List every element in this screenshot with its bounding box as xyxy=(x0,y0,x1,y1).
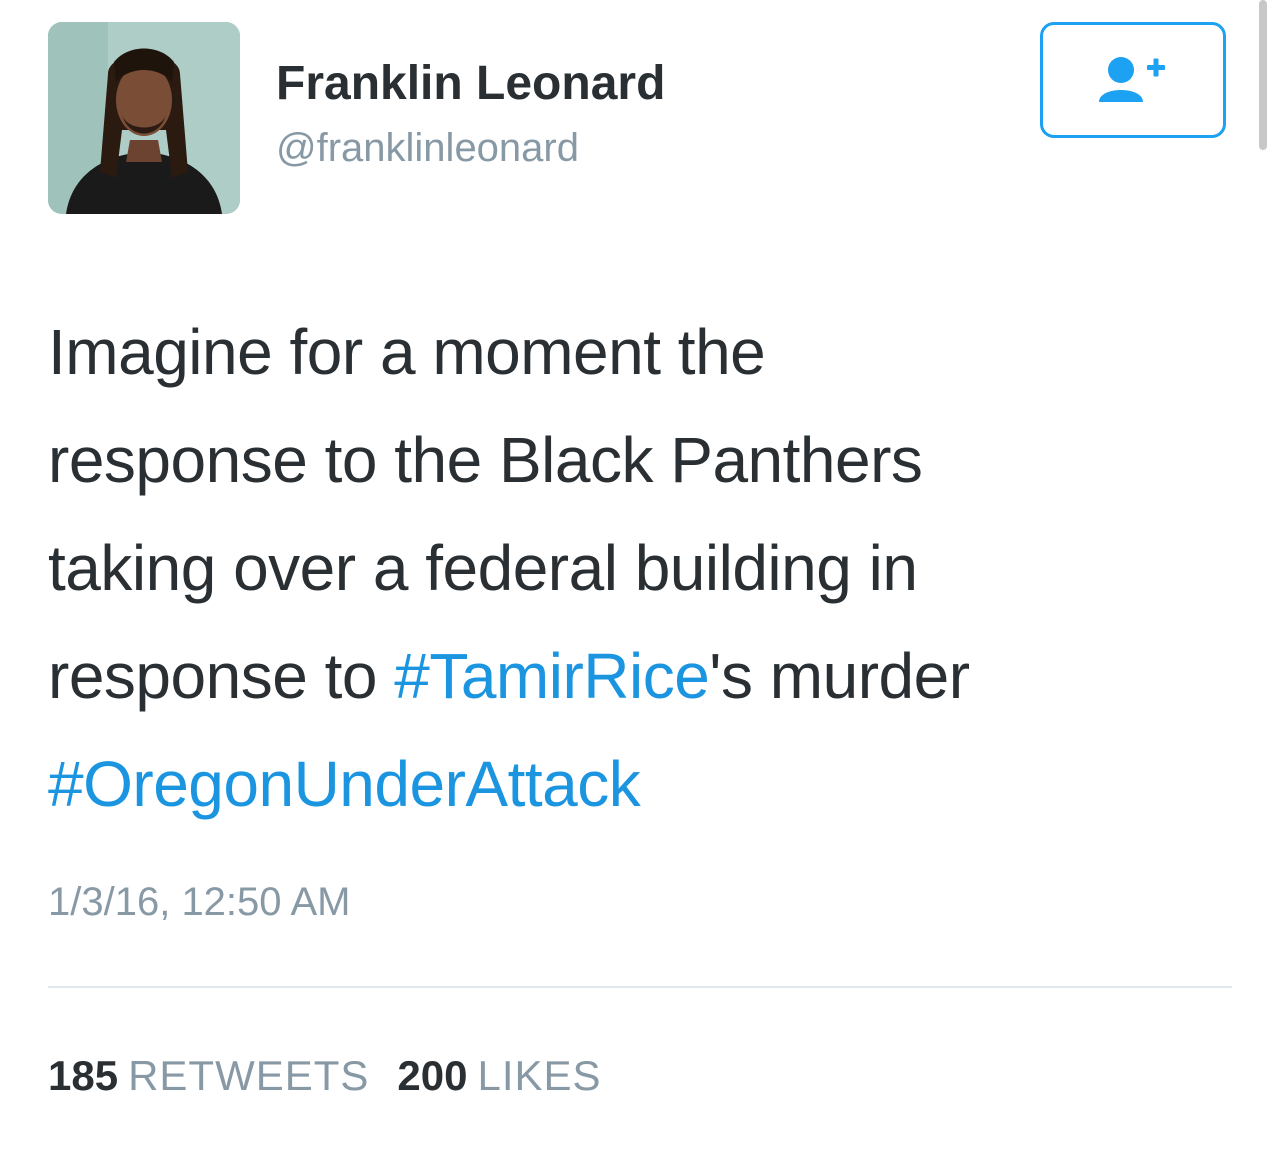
likes-stat[interactable]: 200 LIKES xyxy=(397,1048,601,1104)
scrollbar[interactable] xyxy=(1259,0,1267,150)
tweet-line: response to #TamirRice's murder xyxy=(48,622,1248,730)
follow-button[interactable] xyxy=(1040,22,1226,138)
user-handle[interactable]: @franklinleonard xyxy=(276,122,579,174)
tweet-text-segment: response to xyxy=(48,640,395,712)
tweet-timestamp[interactable]: 1/3/16, 12:50 AM xyxy=(48,876,350,928)
retweets-count: 185 xyxy=(48,1052,119,1099)
profile-photo xyxy=(48,22,240,214)
likes-count: 200 xyxy=(397,1052,468,1099)
user-display-name[interactable]: Franklin Leonard xyxy=(276,52,665,116)
avatar[interactable] xyxy=(48,22,240,214)
tweet-text: Imagine for a moment the response to the… xyxy=(48,298,1248,838)
tweet-line: response to the Black Panthers xyxy=(48,424,923,496)
tweet-line: #OregonUnderAttack xyxy=(48,730,1248,838)
hashtag-link-oregonunderattack[interactable]: #OregonUnderAttack xyxy=(48,748,641,820)
hashtag-link-tamirrice[interactable]: #TamirRice xyxy=(394,640,710,712)
divider xyxy=(48,986,1232,988)
retweets-label: RETWEETS xyxy=(128,1052,370,1099)
tweet-text-segment: 's murder xyxy=(709,640,970,712)
tweet-stats: 185 RETWEETS 200 LIKES xyxy=(48,1048,602,1104)
tweet-line: taking over a federal building in xyxy=(48,532,918,604)
likes-label: LIKES xyxy=(477,1052,602,1099)
retweets-stat[interactable]: 185 RETWEETS xyxy=(48,1048,369,1104)
add-user-icon xyxy=(1099,57,1165,102)
tweet-line: Imagine for a moment the xyxy=(48,316,766,388)
